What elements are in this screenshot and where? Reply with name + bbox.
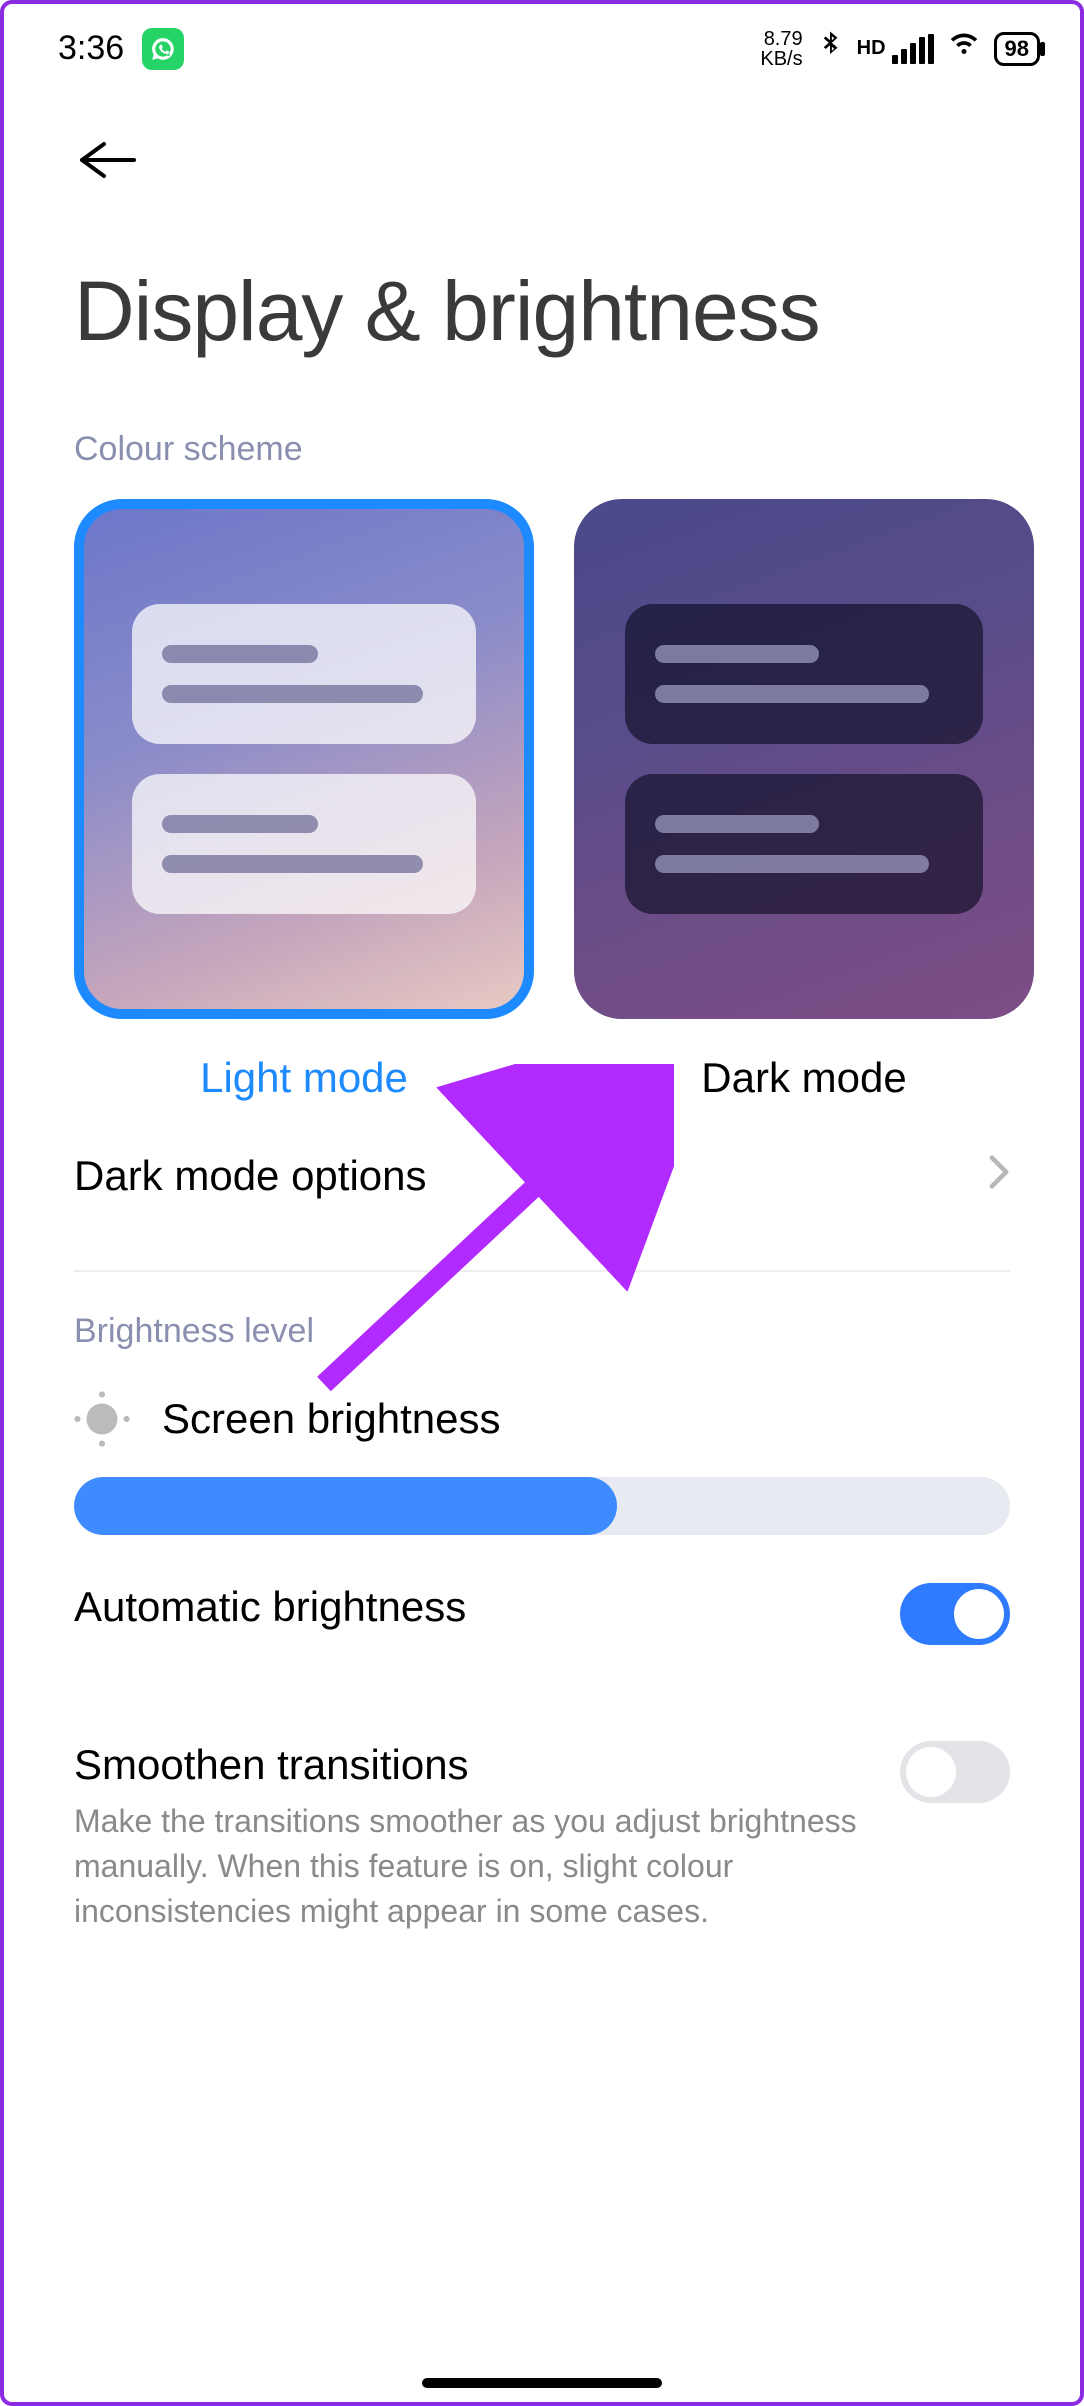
brightness-icon [74, 1391, 130, 1447]
smoothen-label: Smoothen transitions [74, 1741, 860, 1789]
dark-mode-label[interactable]: Dark mode [574, 1054, 1034, 1102]
signal-icon [892, 34, 934, 64]
smoothen-transitions-row: Smoothen transitions Make the transition… [74, 1693, 1010, 1981]
brightness-section-label: Brightness level [74, 1312, 1010, 1351]
dark-mode-options-row[interactable]: Dark mode options [74, 1102, 1010, 1250]
smoothen-toggle[interactable] [900, 1741, 1010, 1803]
whatsapp-icon [142, 28, 184, 70]
light-mode-card[interactable] [74, 499, 534, 1019]
status-bar: 3:36 8.79 KB/s HD 98 [4, 4, 1080, 81]
chevron-right-icon [988, 1152, 1010, 1200]
colour-scheme-label: Colour scheme [74, 430, 1010, 469]
brightness-slider[interactable] [74, 1477, 1010, 1535]
auto-brightness-row: Automatic brightness [74, 1535, 1010, 1693]
page-title: Display & brightness [4, 193, 1080, 390]
status-left: 3:36 [58, 28, 184, 70]
brightness-slider-fill [74, 1477, 617, 1535]
hd-icon: HD [857, 37, 886, 60]
brightness-label: Screen brightness [162, 1395, 501, 1443]
bluetooth-icon [815, 26, 845, 71]
dark-mode-card[interactable] [574, 499, 1034, 1019]
auto-brightness-toggle[interactable] [900, 1583, 1010, 1645]
back-button[interactable] [74, 132, 138, 192]
battery-indicator: 98 [994, 32, 1040, 66]
light-mode-label[interactable]: Light mode [74, 1054, 534, 1102]
status-time: 3:36 [58, 29, 124, 68]
auto-brightness-label: Automatic brightness [74, 1583, 860, 1631]
home-indicator[interactable] [422, 2378, 662, 2388]
net-speed-indicator: 8.79 KB/s [760, 29, 802, 69]
wifi-icon [946, 29, 982, 68]
smoothen-description: Make the transitions smoother as you adj… [74, 1799, 860, 1933]
brightness-row: Screen brightness [74, 1391, 1010, 1447]
dark-mode-options-label: Dark mode options [74, 1152, 427, 1200]
status-right: 8.79 KB/s HD 98 [760, 26, 1040, 71]
colour-scheme-row [74, 499, 1010, 1019]
